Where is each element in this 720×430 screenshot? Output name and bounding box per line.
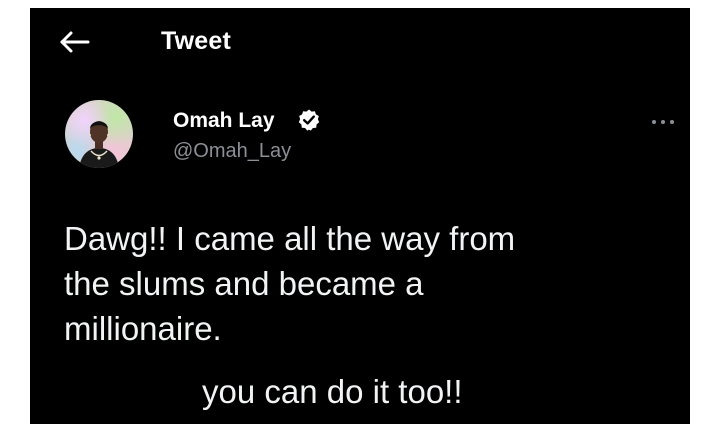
author-handle[interactable]: @Omah_Lay bbox=[173, 140, 291, 163]
more-options-icon bbox=[652, 120, 674, 124]
tweet-header: Tweet bbox=[30, 8, 690, 70]
more-options-button[interactable] bbox=[648, 112, 678, 132]
profile-avatar-image bbox=[79, 121, 119, 168]
author-name[interactable]: Omah Lay bbox=[173, 109, 275, 133]
tweet-text-closing-line: you can do it too!! bbox=[202, 373, 463, 410]
tweet-text: Dawg!! I came all the way from the slums… bbox=[64, 220, 516, 347]
back-button[interactable] bbox=[58, 28, 92, 56]
page-title: Tweet bbox=[161, 27, 231, 55]
avatar[interactable] bbox=[65, 100, 133, 168]
tweet-screen: Tweet Omah Lay @Omah_Lay Dawg!! I came a… bbox=[30, 8, 690, 424]
verified-badge-icon bbox=[298, 109, 320, 131]
arrow-left-icon bbox=[60, 31, 90, 53]
